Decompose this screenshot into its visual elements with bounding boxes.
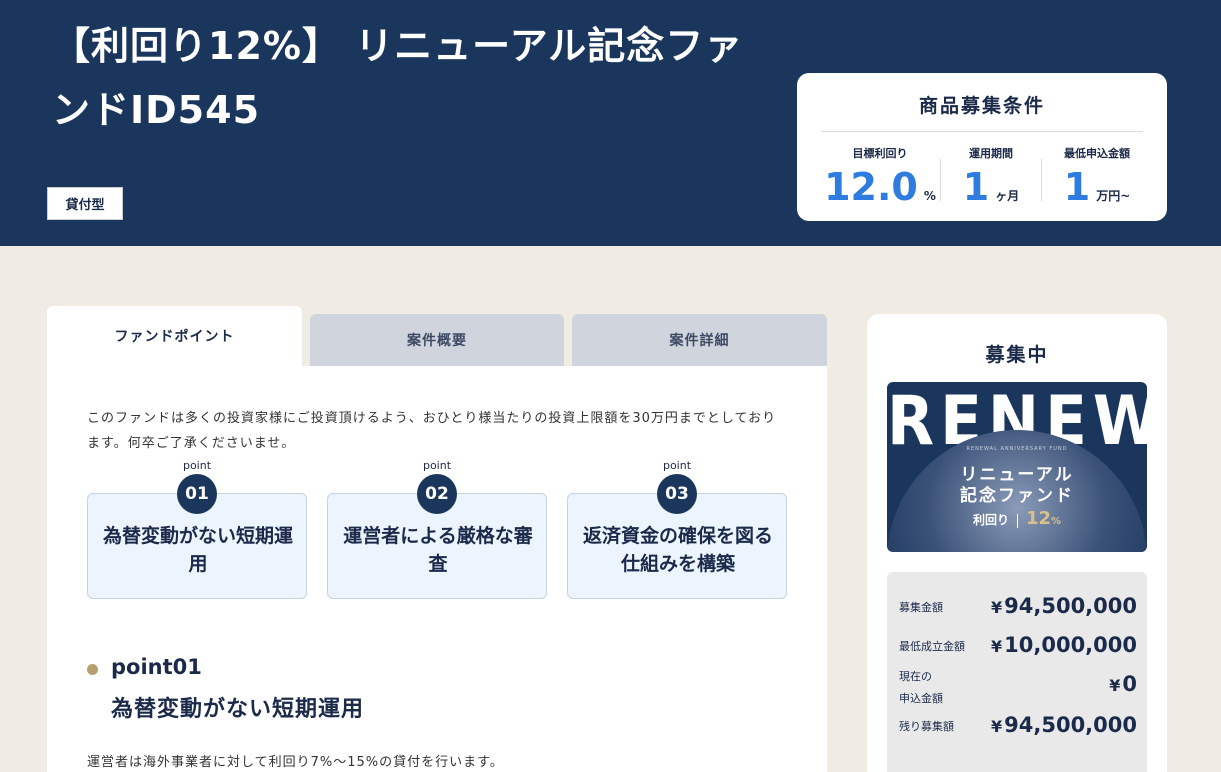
condition-unit: ヶ月: [995, 189, 1020, 203]
point-text: 運営者による厳格な審査: [343, 525, 533, 575]
fund-banner-image[interactable]: RENEWAL RENEWAL ANNIVERSARY FUND リニューアル …: [887, 382, 1147, 552]
point-number-badge: 01: [177, 474, 217, 514]
condition-min-amount: 最低申込金額 1 万円~: [1042, 143, 1152, 213]
stat-amount: 10,000,000: [1004, 633, 1137, 657]
condition-label: 運用期間: [969, 147, 1013, 160]
condition-value: 12.0: [824, 165, 918, 209]
stat-amount: 94,500,000: [1004, 713, 1137, 737]
point-text: 為替変動がない短期運用: [102, 525, 293, 575]
condition-value: 1: [962, 165, 990, 209]
stat-amount: 94,500,000: [1004, 594, 1137, 618]
condition-value: 1: [1063, 165, 1091, 209]
hero-header: 【利回り12%】 リニューアル記念ファンドID545 貸付型 商品募集条件 目標…: [0, 0, 1221, 246]
stat-currency: ¥: [991, 598, 1003, 617]
fund-points-panel: このファンドは多くの投資家様にご投資頂けるよう、おひとり様当たりの投資上限額を3…: [47, 366, 827, 772]
condition-label: 最低申込金額: [1064, 147, 1130, 160]
tab-fund-points[interactable]: ファンドポイント: [47, 306, 302, 366]
stat-amount: 0: [1122, 672, 1137, 696]
conditions-card: 商品募集条件 目標利回り 12.0% 運用期間 1 ヶ月 最低申込金額 1 万円~: [797, 73, 1167, 221]
stat-target-amount: 募集金額 ¥94,500,000: [899, 594, 1137, 622]
stat-current-applied: 現在の 申込金額 ¥0: [899, 666, 1137, 710]
banner-rate-separator: [1016, 513, 1018, 528]
condition-period: 運用期間 1 ヶ月: [941, 143, 1041, 213]
stat-min-amount: 最低成立金額 ¥10,000,000: [899, 633, 1137, 661]
tab-overview[interactable]: 案件概要: [310, 314, 564, 366]
recruitment-sidebar: 募集中 RENEWAL RENEWAL ANNIVERSARY FUND リニュ…: [867, 314, 1167, 772]
condition-label: 目標利回り: [852, 147, 908, 160]
recruitment-stats: 募集金額 ¥94,500,000 最低成立金額 ¥10,000,000 現在の …: [887, 572, 1147, 772]
conditions-divider: [821, 131, 1143, 132]
condition-unit: %: [923, 189, 936, 203]
stat-remaining: 残り募集額 ¥94,500,000: [899, 713, 1137, 741]
banner-rate: 利回り 12%: [887, 508, 1147, 529]
banner-rate-unit: %: [1051, 516, 1062, 527]
stat-currency: ¥: [991, 637, 1003, 656]
point-label: point: [422, 459, 452, 472]
stat-currency: ¥: [1109, 676, 1121, 695]
banner-caption: RENEWAL ANNIVERSARY FUND: [966, 446, 1068, 452]
bullet-dot-icon: [87, 664, 98, 675]
point-number-badge: 03: [657, 474, 697, 514]
stat-label: 現在の 申込金額: [899, 670, 943, 705]
condition-target-yield: 目標利回り 12.0%: [821, 143, 939, 213]
banner-rate-label: 利回り: [972, 513, 1009, 527]
recruitment-status: 募集中: [985, 344, 1049, 366]
point-label: point: [182, 459, 212, 472]
banner-line-2: 記念ファンド: [960, 486, 1074, 506]
banner-rate-value: 12: [1025, 508, 1052, 529]
point-label: point: [662, 459, 692, 472]
stat-label: 残り募集額: [899, 720, 954, 733]
fund-title: 【利回り12%】 リニューアル記念ファンドID545: [52, 24, 744, 132]
fund-type-badge: 貸付型: [47, 187, 123, 220]
section-body: 運営者は海外事業者に対して利回り7%～15%の貸付を行います。: [87, 755, 504, 770]
condition-unit: 万円~: [1096, 189, 1131, 203]
section-subheading: point01: [111, 655, 202, 679]
stat-label: 募集金額: [899, 601, 943, 614]
tab-details[interactable]: 案件詳細: [572, 314, 827, 366]
point-text: 返済資金の確保を図る仕組みを構築: [582, 525, 773, 575]
section-heading: 為替変動がない短期運用: [111, 697, 365, 722]
stat-label: 最低成立金額: [899, 640, 965, 653]
conditions-title: 商品募集条件: [918, 95, 1045, 117]
intro-text: このファンドは多くの投資家様にご投資頂けるよう、おひとり様当たりの投資上限額を3…: [87, 411, 777, 451]
point-number-badge: 02: [417, 474, 457, 514]
stat-currency: ¥: [991, 717, 1003, 736]
